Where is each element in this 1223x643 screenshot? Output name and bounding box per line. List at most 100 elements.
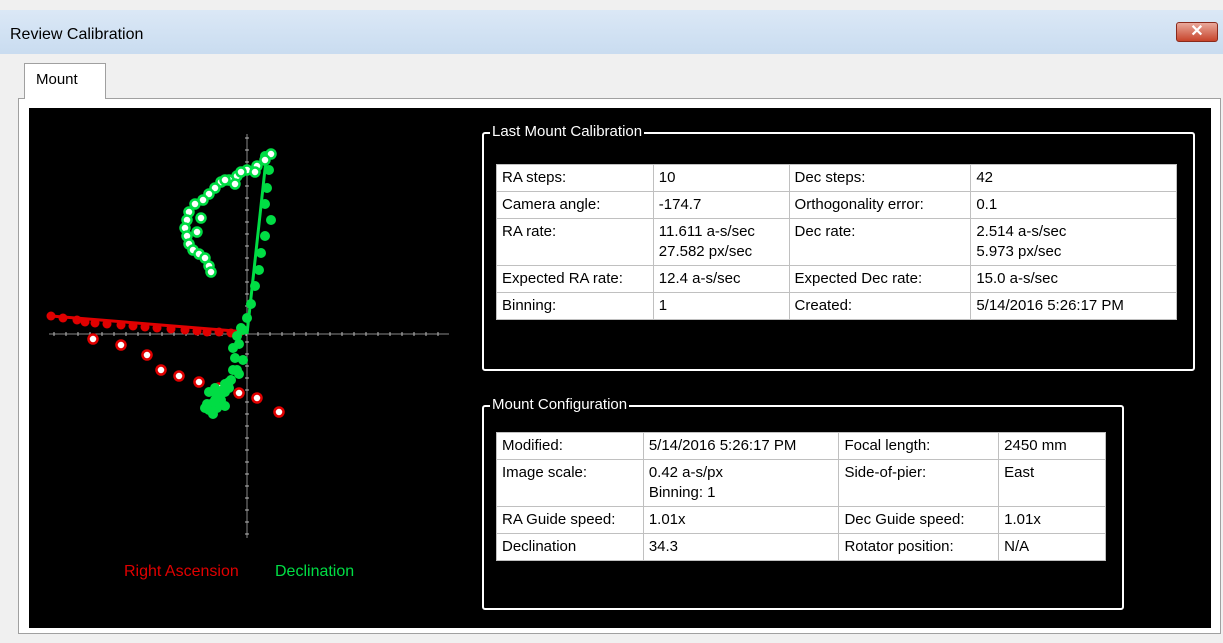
dec-point (264, 165, 274, 175)
ra-return-point (155, 364, 167, 376)
table-row: RA steps: 10 Dec steps: 42 (496, 164, 1177, 192)
field-value: 12.4 a-s/sec (652, 265, 790, 293)
dec-return-point (205, 266, 217, 278)
field-label: Camera angle: (496, 191, 654, 219)
field-label: Modified: (496, 432, 644, 460)
dec-return-point (249, 166, 261, 178)
last-mount-calibration-title: Last Mount Calibration (490, 122, 645, 142)
field-value: 1.01x (642, 506, 840, 534)
mount-configuration-title: Mount Configuration (490, 395, 630, 415)
ra-return-point (251, 392, 263, 404)
field-value: 0.1 (970, 191, 1177, 219)
table-row: RA Guide speed: 1.01x Dec Guide speed: 1.01… (496, 506, 1106, 534)
field-label: RA Guide speed: (496, 506, 644, 534)
legend-right-ascension: Right Ascension (124, 563, 239, 580)
table-row: Expected RA rate: 12.4 a-s/sec Expected De… (496, 265, 1177, 293)
dec-point (254, 265, 264, 275)
last-mount-calibration-table: RA steps: 10 Dec steps: 42 Camera angle: -174… (496, 164, 1177, 320)
field-label: Focal length: (838, 432, 1000, 460)
ra-point (80, 317, 90, 327)
field-label: Dec Guide speed: (838, 506, 1000, 534)
dec-point (246, 299, 256, 309)
ra-point (90, 318, 100, 328)
field-value: 15.0 a-s/sec (970, 265, 1177, 293)
field-value: 5/14/2016 5:26:17 PM (970, 292, 1177, 320)
ra-point (214, 327, 224, 337)
dec-return-point (219, 174, 231, 186)
ra-return-point (173, 370, 185, 382)
ra-point (166, 324, 176, 334)
ra-return-point (273, 406, 285, 418)
ra-point (116, 320, 126, 330)
ra-point (180, 325, 190, 335)
ra-return-point (233, 387, 245, 399)
ra-return-point (193, 376, 205, 388)
field-value: 0.42 a-s/px Binning: 1 (642, 459, 840, 507)
close-icon: ✕ (1190, 23, 1204, 40)
table-row: Declination 34.3 Rotator position: N/A (496, 533, 1106, 561)
field-label: RA steps: (496, 164, 654, 192)
table-row: RA rate: 11.611 a-s/sec 27.582 px/sec Dec … (496, 218, 1177, 266)
ra-point (152, 323, 162, 333)
window-title: Review Calibration (10, 26, 144, 43)
field-label: Expected Dec rate: (788, 265, 972, 293)
ra-return-point (87, 333, 99, 345)
tab-mount[interactable]: Mount (24, 63, 106, 99)
dec-point (236, 323, 246, 333)
dec-point (202, 399, 212, 409)
dec-point (228, 343, 238, 353)
dec-point (220, 401, 230, 411)
dec-point (260, 199, 270, 209)
title-bar: Review Calibration ✕ (0, 10, 1223, 54)
field-value: 34.3 (642, 533, 840, 561)
table-row: Camera angle: -174.7 Orthogonality error: 0… (496, 191, 1177, 219)
ra-point (72, 315, 82, 325)
dec-point (260, 231, 270, 241)
ra-return-point (115, 339, 127, 351)
field-label: Declination (496, 533, 644, 561)
dec-point (234, 369, 244, 379)
dec-point (266, 215, 276, 225)
ra-point (140, 322, 150, 332)
table-row: Binning: 1 Created: 5/14/2016 5:26:17 PM (496, 292, 1177, 320)
field-value: 2450 mm (998, 432, 1106, 460)
dec-return-point (191, 226, 203, 238)
field-label: Orthogonality error: (788, 191, 972, 219)
ra-point (202, 327, 212, 337)
dec-return-point (235, 166, 247, 178)
field-value: 1.01x (998, 506, 1106, 534)
dec-point (256, 248, 266, 258)
dec-return-point (195, 212, 207, 224)
field-value: 5/14/2016 5:26:17 PM (642, 432, 840, 460)
legend-declination: Declination (275, 563, 355, 580)
dec-point (238, 355, 248, 365)
field-value: 10 (652, 164, 790, 192)
review-calibration-window: Review Calibration ✕ Mount Right Ascensi… (0, 0, 1223, 643)
field-value: -174.7 (652, 191, 790, 219)
field-label: Created: (788, 292, 972, 320)
field-label: Dec steps: (788, 164, 972, 192)
field-value: 11.611 a-s/sec 27.582 px/sec (652, 218, 790, 266)
field-label: RA rate: (496, 218, 654, 266)
field-value: 42 (970, 164, 1177, 192)
ra-point (102, 319, 112, 329)
field-value: East (998, 459, 1106, 507)
dec-point (242, 313, 252, 323)
mount-configuration-table: Modified: 5/14/2016 5:26:17 PM Focal lengt… (496, 432, 1106, 561)
dec-point (250, 281, 260, 291)
close-button[interactable]: ✕ (1176, 22, 1218, 42)
ra-point (46, 311, 56, 321)
field-label: Expected RA rate: (496, 265, 654, 293)
field-label: Side-of-pier: (838, 459, 1000, 507)
field-label: Dec rate: (788, 218, 972, 266)
ra-return-point (141, 349, 153, 361)
field-label: Image scale: (496, 459, 644, 507)
dec-point (210, 383, 220, 393)
field-label: Binning: (496, 292, 654, 320)
field-value: 2.514 a-s/sec 5.973 px/sec (970, 218, 1177, 266)
dec-point (224, 383, 234, 393)
field-value: 1 (652, 292, 790, 320)
ra-point (58, 313, 68, 323)
calibration-plot (46, 134, 449, 538)
dec-point (262, 183, 272, 193)
